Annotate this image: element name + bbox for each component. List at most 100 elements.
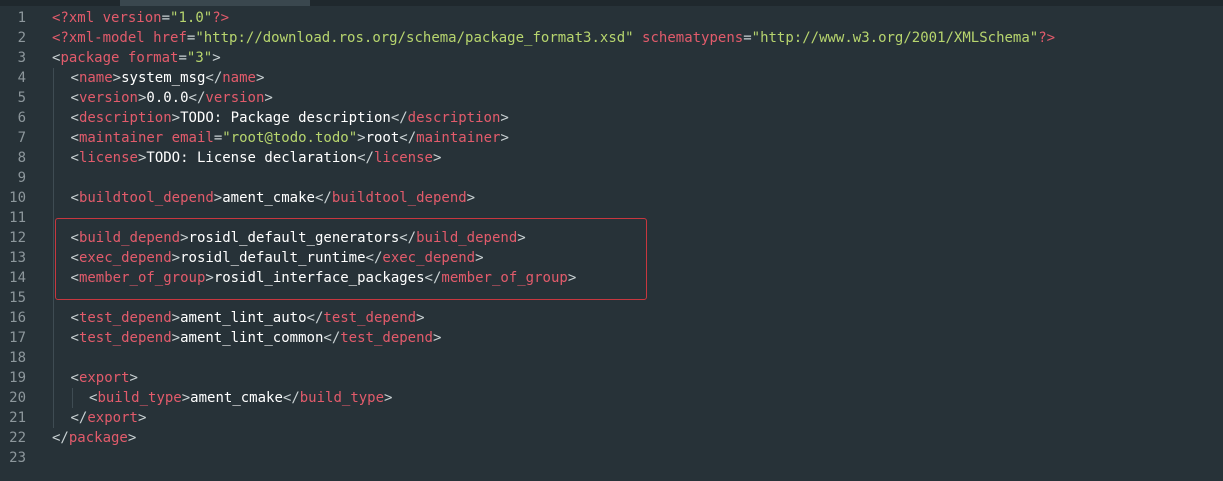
code-token: version [78, 90, 138, 106]
line-number: 8 [17, 150, 26, 166]
code-token: </ [306, 310, 324, 326]
indent-guide [53, 128, 54, 148]
code-line: <export> [52, 368, 1223, 388]
code-token: ament_lint_common [180, 330, 324, 346]
code-line: </package> [52, 428, 1223, 448]
line-number: 4 [17, 70, 26, 86]
indent-guide [53, 328, 54, 348]
line-number: 1 [17, 10, 26, 26]
code-area[interactable]: <?xml version="1.0"?> <?xml-model href="h… [52, 8, 1223, 468]
code-token: "http://download.ros.org/schema/package_… [195, 30, 634, 46]
code-token: = [161, 10, 171, 26]
code-token: schematypens [642, 30, 744, 46]
code-token: </ [323, 330, 341, 346]
code-token: > [416, 310, 425, 326]
code-token: member_of_group [441, 270, 568, 286]
code-token: > [180, 230, 189, 246]
line-number: 21 [9, 410, 26, 426]
code-token: href [153, 30, 187, 46]
code-line: <package format="3"> [52, 48, 1223, 68]
code-line: <license>TODO: License declaration</lice… [52, 148, 1223, 168]
code-token: package [60, 50, 120, 66]
code-token: > [264, 90, 273, 106]
code-token: > [255, 70, 265, 86]
code-token: </ [52, 430, 69, 446]
code-token: > [432, 330, 442, 346]
code-token: < [70, 130, 79, 146]
code-token: < [70, 70, 79, 86]
code-token: > [171, 250, 181, 266]
line-number: 9 [17, 170, 26, 186]
code-token: < [70, 250, 79, 266]
line-number-gutter: 1 2 3 4 5 6 7 8 9 10 11 12 13 14 15 16 17 18 19 20 21 22 23 [0, 8, 40, 468]
line-number: 11 [9, 210, 26, 226]
line-number: 7 [17, 130, 26, 146]
code-token: test_depend [340, 330, 433, 346]
line-number: 17 [9, 330, 26, 346]
code-token: ?> [1038, 30, 1056, 46]
code-token: > [127, 430, 137, 446]
code-token: </ [357, 150, 374, 166]
code-token: > [212, 50, 221, 66]
code-token: > [567, 270, 577, 286]
line-number: 23 [9, 450, 26, 466]
code-token: ament_cmake [190, 390, 283, 406]
code-token: build_type [299, 390, 385, 406]
code-token: > [432, 150, 442, 166]
line-number: 22 [9, 430, 26, 446]
code-token: build_depend [78, 230, 181, 246]
code-token: < [70, 230, 79, 246]
code-line [52, 288, 1223, 308]
line-number: 19 [9, 370, 26, 386]
code-token: </ [205, 70, 223, 86]
code-token: > [171, 310, 181, 326]
indent-guide [71, 388, 73, 408]
code-line: <member_of_group>rosidl_interface_packag… [52, 268, 1223, 288]
code-token: 0.0.0 [146, 90, 189, 106]
line-number: 2 [17, 30, 26, 46]
code-token: rosidl_default_runtime [180, 250, 366, 266]
code-editor[interactable]: 1 2 3 4 5 6 7 8 9 10 11 12 13 14 15 16 17 18 19 20 21 22 23 <?… [0, 0, 1223, 481]
code-token: license [373, 150, 433, 166]
indent-guide [53, 388, 54, 408]
indent-guide [53, 268, 54, 288]
code-token: build_depend [416, 230, 518, 246]
code-token: exec_depend [78, 250, 172, 266]
indent-guide [53, 368, 54, 388]
code-token: </ [390, 110, 408, 126]
code-token: maintainer [416, 130, 501, 146]
code-line: <build_type>ament_cmake</build_type> [52, 388, 1223, 408]
code-token: > [112, 70, 122, 86]
code-token: build_type [97, 390, 182, 406]
code-token: rosidl_default_generators [188, 230, 400, 246]
line-number: 5 [17, 90, 26, 106]
code-token: </ [188, 90, 206, 106]
code-token: > [500, 130, 509, 146]
code-token: "3" [186, 50, 213, 66]
code-token: root [365, 130, 400, 146]
code-token: test_depend [323, 310, 417, 326]
code-token: exec_depend [382, 250, 476, 266]
code-token: description [78, 110, 172, 126]
indent-guide [53, 208, 54, 228]
code-token: "1.0" [170, 10, 213, 26]
indent-guide [53, 408, 54, 428]
code-token: buildtool_depend [78, 190, 214, 206]
active-tab[interactable] [120, 0, 310, 6]
code-token: test_depend [78, 310, 172, 326]
code-token: </ [314, 190, 332, 206]
code-line: <description>TODO: Package description</… [52, 108, 1223, 128]
code-token: < [70, 310, 79, 326]
code-token: ament_lint_auto [180, 310, 307, 326]
indent-guide [53, 68, 54, 88]
indent-guide [53, 148, 54, 168]
code-token: ament_cmake [222, 190, 315, 206]
code-token: license [78, 150, 138, 166]
code-token: description [407, 110, 501, 126]
line-number: 18 [9, 350, 26, 366]
code-token: > [129, 370, 138, 386]
code-token: > [517, 230, 526, 246]
